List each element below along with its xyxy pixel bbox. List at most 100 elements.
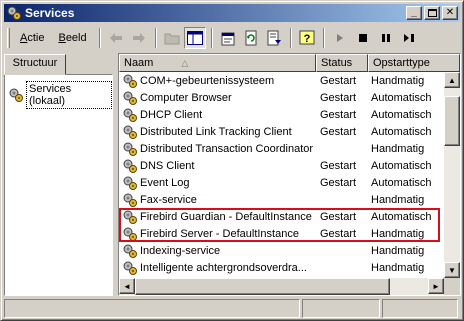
service-startup-type: Handmatig <box>371 142 425 155</box>
status-panel-main <box>4 299 300 318</box>
service-name: Intelligente achtergrondsoverdra... <box>140 261 307 274</box>
menu-beeld[interactable]: Beeld <box>52 30 92 46</box>
service-gear-icon <box>123 244 137 258</box>
scroll-down-button[interactable]: ▼ <box>444 262 460 278</box>
table-row[interactable]: Fax-service Handmatig <box>119 191 444 208</box>
close-button[interactable]: ✕ <box>442 6 458 20</box>
column-header-name[interactable]: Naam △ <box>119 54 316 72</box>
minimize-button[interactable]: _ <box>406 6 422 20</box>
service-gear-icon <box>123 193 137 207</box>
table-row[interactable]: Firebird Server - DefaultInstance Gestar… <box>119 225 444 242</box>
tab-structuur[interactable]: Structuur <box>4 54 66 75</box>
table-row[interactable]: Distributed Transaction Coordinator Hand… <box>119 140 444 157</box>
toolbar-grip[interactable] <box>7 28 10 48</box>
up-folder-icon <box>164 33 180 45</box>
export-list-button[interactable] <box>263 27 285 49</box>
tree-item-services[interactable]: Services (lokaal) <box>8 81 112 109</box>
service-status: Gestart <box>320 74 357 87</box>
vertical-scroll-thumb[interactable] <box>444 96 460 146</box>
service-name: Distributed Link Tracking Client <box>140 125 292 138</box>
status-bar <box>4 299 460 318</box>
service-rows: COM+-gebeurtenissysteem Gestart Handmati… <box>119 72 444 278</box>
services-list: Naam △ Status Opstarttype COM+-gebeurten… <box>118 53 461 296</box>
column-status-label: Status <box>321 57 353 69</box>
service-name: Distributed Transaction Coordinator <box>140 142 314 155</box>
service-status: Gestart <box>320 159 357 172</box>
toolbar-separator <box>210 28 213 48</box>
table-row[interactable]: DNS Client Gestart Automatisch <box>119 157 444 174</box>
column-name-label: Naam <box>124 57 154 69</box>
up-button[interactable] <box>161 27 183 49</box>
service-name: Firebird Guardian - DefaultInstance <box>140 210 312 223</box>
sort-ascending-icon: △ <box>181 57 189 68</box>
maximize-button[interactable] <box>424 6 440 20</box>
table-row[interactable]: Event Log Gestart Automatisch <box>119 174 444 191</box>
stop-service-button[interactable] <box>352 27 374 49</box>
vertical-scrollbar[interactable]: ▲ ▼ <box>444 72 460 278</box>
service-startup-type: Automatisch <box>371 125 432 138</box>
table-row[interactable]: Indexing-service Handmatig <box>119 242 444 259</box>
table-row[interactable]: COM+-gebeurtenissysteem Gestart Handmati… <box>119 72 444 89</box>
scroll-left-button[interactable]: ◄ <box>119 278 135 294</box>
service-name: Computer Browser <box>140 91 232 104</box>
service-startup-type: Handmatig <box>371 74 425 87</box>
back-arrow-icon <box>109 33 122 43</box>
restart-service-icon <box>403 34 414 42</box>
table-row[interactable]: Intelligente achtergrondsoverdra... Hand… <box>119 259 444 276</box>
services-gear-icon <box>7 6 21 20</box>
services-window: Services _ ✕ Actie Beeld ? Structuur Ser… <box>0 0 464 321</box>
horizontal-scroll-thumb[interactable] <box>135 278 390 295</box>
start-service-button[interactable] <box>329 27 351 49</box>
service-status: Gestart <box>320 108 357 121</box>
back-button[interactable] <box>105 27 127 49</box>
service-gear-icon <box>123 142 137 156</box>
export-list-icon <box>267 30 281 46</box>
properties-button[interactable] <box>217 27 239 49</box>
scroll-up-icon: ▲ <box>448 75 456 85</box>
service-gear-icon <box>123 176 137 190</box>
status-panel-middle <box>302 299 380 318</box>
service-gear-icon <box>123 210 137 224</box>
column-header-startup[interactable]: Opstarttype <box>368 54 460 72</box>
service-status: Gestart <box>320 227 357 240</box>
refresh-icon <box>245 30 257 46</box>
help-icon: ? <box>299 30 315 45</box>
properties-icon <box>221 32 235 46</box>
minimize-icon: _ <box>411 7 417 18</box>
refresh-button[interactable] <box>240 27 262 49</box>
service-startup-type: Automatisch <box>371 159 432 172</box>
forward-button[interactable] <box>128 27 150 49</box>
show-tree-button[interactable] <box>183 27 206 49</box>
service-startup-type: Automatisch <box>371 176 432 189</box>
scroll-right-button[interactable]: ► <box>428 278 444 294</box>
service-startup-type: Handmatig <box>371 244 425 257</box>
table-row[interactable]: Firebird Guardian - DefaultInstance Gest… <box>119 208 444 225</box>
toolbar-separator <box>289 28 292 48</box>
service-name: Indexing-service <box>140 244 221 257</box>
restart-service-button[interactable] <box>398 27 420 49</box>
scroll-up-button[interactable]: ▲ <box>444 72 460 88</box>
forward-arrow-icon <box>132 33 145 43</box>
services-gear-icon <box>9 88 23 102</box>
column-headers: Naam △ Status Opstarttype <box>119 54 460 72</box>
close-icon: ✕ <box>445 7 455 18</box>
tree-item-label: Services (lokaal) <box>26 81 112 109</box>
service-gear-icon <box>123 125 137 139</box>
title-bar[interactable]: Services _ ✕ <box>4 4 460 22</box>
table-row[interactable]: Distributed Link Tracking Client Gestart… <box>119 123 444 140</box>
menu-toolbar: Actie Beeld ? <box>4 25 460 51</box>
help-button[interactable]: ? <box>296 27 318 49</box>
horizontal-scrollbar[interactable]: ◄ ► <box>119 278 444 295</box>
table-row[interactable]: Computer Browser Gestart Automatisch <box>119 89 444 106</box>
window-title: Services <box>25 6 75 20</box>
service-name: DHCP Client <box>140 108 203 121</box>
menu-actie[interactable]: Actie <box>14 30 50 46</box>
service-name: Firebird Server - DefaultInstance <box>140 227 299 240</box>
table-row[interactable]: DHCP Client Gestart Automatisch <box>119 106 444 123</box>
pause-service-button[interactable] <box>375 27 397 49</box>
service-gear-icon <box>123 261 137 275</box>
service-name: Fax-service <box>140 193 197 206</box>
column-header-status[interactable]: Status <box>316 54 368 72</box>
service-startup-type: Handmatig <box>371 227 425 240</box>
service-gear-icon <box>123 227 137 241</box>
